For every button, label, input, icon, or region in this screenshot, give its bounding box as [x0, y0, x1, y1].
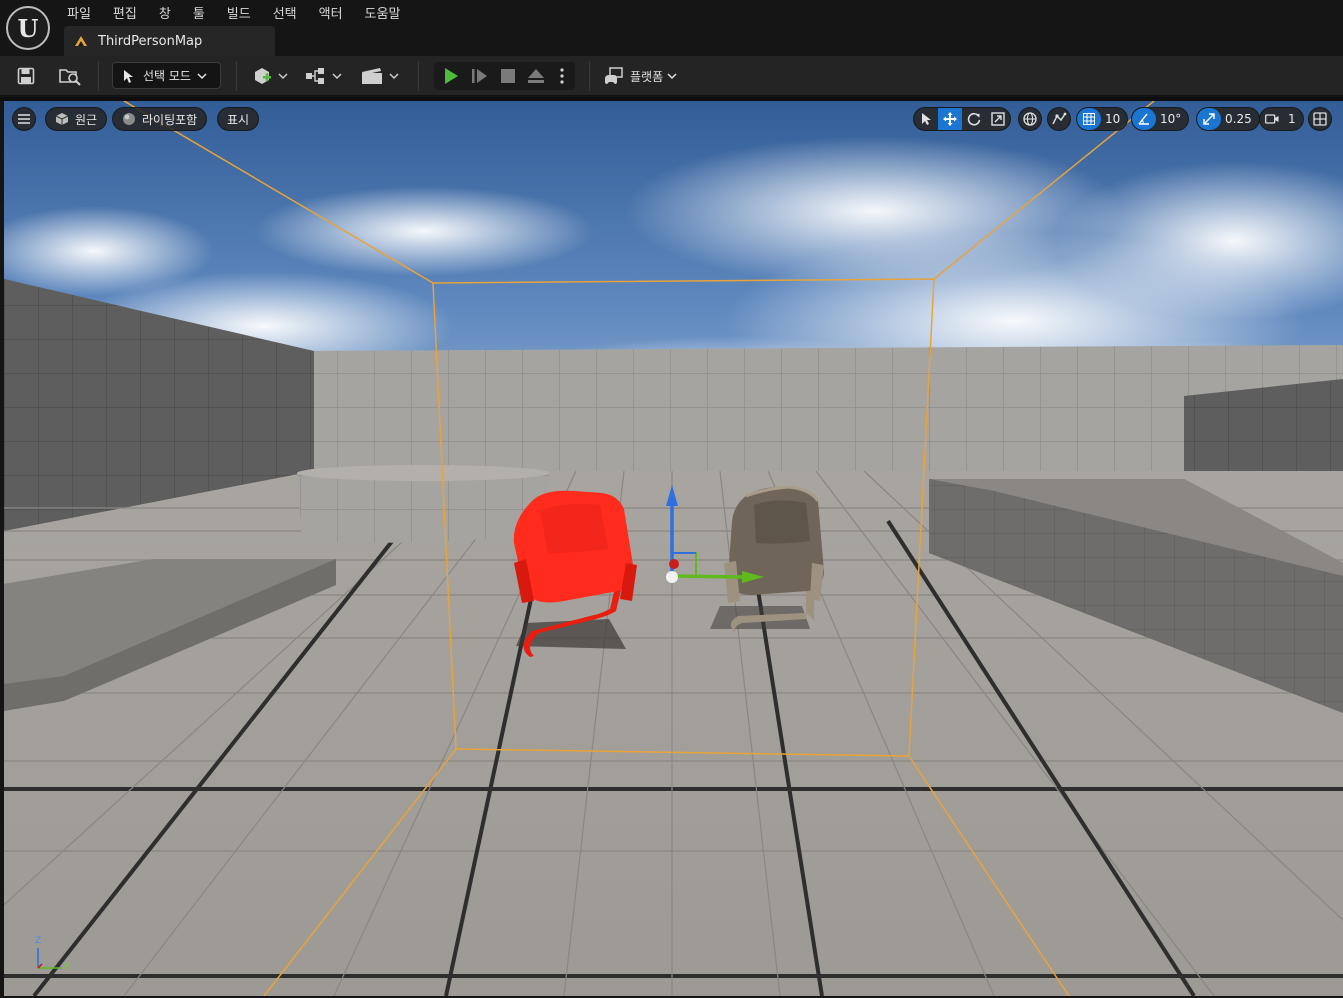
- show-label: 표시: [227, 112, 250, 127]
- main-toolbar: 선택 모드 플랫폼: [0, 56, 1343, 96]
- platforms-label: 플랫폼: [630, 69, 664, 84]
- menu-tools[interactable]: 툴: [182, 0, 216, 24]
- transform-tools: [913, 107, 1011, 131]
- content-browser-icon[interactable]: [56, 62, 84, 90]
- grid-snap-value: 10: [1105, 112, 1121, 126]
- menu-window[interactable]: 창: [148, 0, 182, 24]
- grid-snap-control[interactable]: 10: [1076, 107, 1129, 131]
- perspective-label: 원근: [75, 112, 98, 127]
- camera-speed-control[interactable]: 1: [1259, 107, 1304, 131]
- rotation-snap-value: 10°: [1160, 112, 1182, 126]
- level-icon: [75, 36, 87, 46]
- rotation-snap-icon[interactable]: [1132, 108, 1156, 130]
- level-viewport[interactable]: 원근 라이팅포함 표시 10 10° 0.25 1 Z Y: [4, 101, 1343, 996]
- view-mode-dropdown[interactable]: 라이팅포함: [112, 107, 208, 131]
- cube-icon: [55, 113, 69, 125]
- play-controls: [434, 62, 575, 90]
- select-tool-icon[interactable]: [914, 108, 938, 130]
- save-icon[interactable]: [14, 62, 38, 90]
- blueprint-button[interactable]: [304, 62, 344, 90]
- advance-frame-icon[interactable]: [467, 62, 493, 90]
- scale-tool-icon[interactable]: [986, 108, 1010, 130]
- menu-bar: 파일 편집 창 툴 빌드 선택 액터 도움말: [56, 0, 411, 24]
- translate-tool-icon[interactable]: [938, 108, 962, 130]
- axis-z-label: Z: [35, 936, 42, 946]
- lit-sphere-icon: [123, 113, 135, 125]
- eject-icon[interactable]: [523, 62, 549, 90]
- viewport-menu-icon[interactable]: [12, 107, 36, 131]
- tab-label: ThirdPersonMap: [98, 33, 203, 49]
- menu-help[interactable]: 도움말: [354, 0, 412, 24]
- perspective-dropdown[interactable]: 원근: [45, 107, 108, 131]
- more-options-icon[interactable]: [552, 62, 572, 90]
- chevron-down-icon: [667, 73, 677, 80]
- platforms-icon: [605, 67, 623, 84]
- surface-snap-icon[interactable]: [1047, 107, 1071, 131]
- mode-label: 선택 모드: [143, 69, 191, 83]
- grid-snap-icon[interactable]: [1077, 108, 1101, 130]
- select-mode-icon: [124, 69, 133, 83]
- camera-speed-value: 1: [1288, 112, 1296, 126]
- chevron-down-icon: [197, 72, 207, 79]
- world-local-icon[interactable]: [1018, 107, 1042, 131]
- menu-actor[interactable]: 액터: [308, 0, 354, 24]
- menu-file[interactable]: 파일: [56, 0, 102, 24]
- cinematics-button[interactable]: [360, 62, 400, 90]
- selection-mode-dropdown[interactable]: 선택 모드: [112, 62, 221, 89]
- axis-indicator: Z Y: [32, 934, 72, 974]
- menu-build[interactable]: 빌드: [216, 0, 262, 24]
- unreal-logo-icon[interactable]: U: [6, 6, 50, 50]
- scene-render: [4, 101, 1343, 996]
- tab-third-person-map[interactable]: ThirdPersonMap: [64, 26, 275, 56]
- scale-snap-control[interactable]: 0.25: [1196, 107, 1260, 131]
- unreal-editor-window: U 파일 편집 창 툴 빌드 선택 액터 도움말 ThirdPersonMap …: [0, 0, 1343, 998]
- play-icon[interactable]: [438, 62, 464, 90]
- camera-icon[interactable]: [1260, 108, 1284, 130]
- rotation-snap-control[interactable]: 10°: [1131, 107, 1190, 131]
- scale-snap-value: 0.25: [1225, 112, 1252, 126]
- show-dropdown[interactable]: 표시: [217, 107, 260, 131]
- title-bar: U 파일 편집 창 툴 빌드 선택 액터 도움말 ThirdPersonMap: [0, 0, 1343, 56]
- viewport-layout-icon[interactable]: [1308, 107, 1332, 131]
- menu-select[interactable]: 선택: [262, 0, 308, 24]
- add-actor-button[interactable]: [250, 62, 290, 90]
- platforms-dropdown[interactable]: 플랫폼: [604, 62, 677, 90]
- stop-icon[interactable]: [495, 62, 521, 90]
- axis-y-label: Y: [64, 962, 70, 972]
- rotate-tool-icon[interactable]: [962, 108, 986, 130]
- menu-edit[interactable]: 편집: [102, 0, 148, 24]
- view-mode-label: 라이팅포함: [142, 112, 198, 127]
- scale-snap-icon[interactable]: [1197, 108, 1221, 130]
